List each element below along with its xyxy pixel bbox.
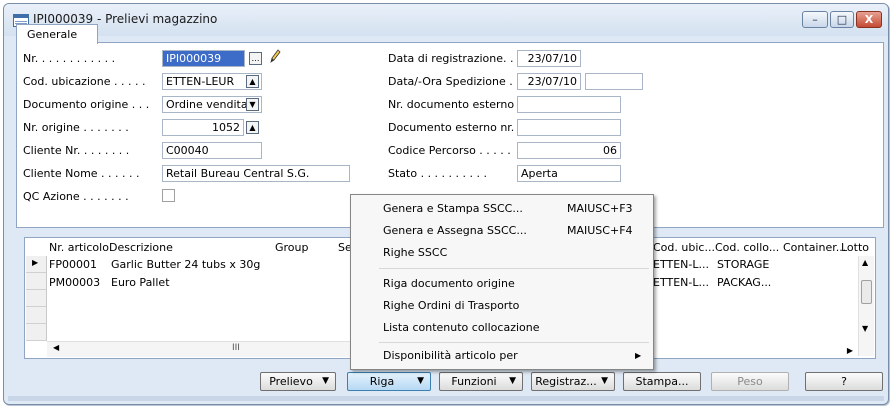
label-data-ora-spedizione: Data/-Ora Spedizione . . (388, 75, 520, 88)
label-cliente-nr: Cliente Nr. . . . . . . . (23, 144, 130, 157)
window: IPI000039 - Prelievi magazzino – □ X Gen… (3, 3, 889, 405)
header-descrizione[interactable]: Descrizione (109, 241, 173, 254)
label-documento-esterno-2: Documento esterno nr. 2 (388, 121, 525, 134)
data-spedizione-field[interactable]: 23/07/10 (517, 73, 581, 90)
title-bar[interactable]: IPI000039 - Prelievi magazzino – □ X (4, 4, 888, 36)
lookup-button[interactable]: … (249, 52, 262, 65)
menu-item-lista-contenuto-collocazione[interactable]: Lista contenuto collocazione (351, 317, 653, 339)
riga-dropdown-menu: Genera e Stampa SSCC... MAIUSC+F3 Genera … (350, 194, 654, 370)
menu-item-genera-assegna-sscc[interactable]: Genera e Assegna SSCC... MAIUSC+F4 (351, 220, 653, 242)
header-group[interactable]: Group (275, 241, 309, 254)
menu-item-disponibilita-articolo[interactable]: Disponibilità articolo per ▶ (351, 345, 653, 367)
data-registrazione-field[interactable]: 23/07/10 (517, 50, 581, 67)
label-codice-percorso: Codice Percorso . . . . . (388, 144, 511, 157)
menu-item-riga-documento-origine[interactable]: Riga documento origine (351, 273, 653, 295)
dropdown-icon[interactable]: ▼ (246, 98, 259, 111)
label-nr-origine: Nr. origine . . . . . . . (23, 121, 129, 134)
close-button[interactable]: X (856, 11, 882, 28)
maximize-button[interactable]: □ (830, 11, 854, 28)
row-selector[interactable]: ▶ (26, 256, 47, 273)
row-selector[interactable] (26, 307, 47, 324)
up-arrow-icon[interactable]: ▲ (246, 121, 259, 134)
scroll-left-icon[interactable]: ◀ (53, 343, 59, 352)
tab-generale[interactable]: Generale (16, 24, 98, 44)
cell-nr-articolo[interactable]: PM00003 (49, 276, 100, 289)
vertical-scrollbar[interactable]: ▲ ▼ (858, 256, 874, 356)
funzioni-button[interactable]: Funzioni ▼ (439, 372, 523, 391)
label-nr: Nr. . . . . . . . . . . . (23, 52, 116, 65)
menu-item-righe-sscc[interactable]: Righe SSCC (351, 242, 653, 264)
scroll-thumb[interactable] (861, 280, 872, 304)
pencil-icon[interactable] (269, 48, 281, 64)
label-stato: Stato . . . . . . . . . . (388, 167, 488, 180)
header-container[interactable]: Container... (783, 241, 846, 254)
stato-field[interactable]: Aperta (517, 165, 621, 182)
cell-cod-collo[interactable]: STORAGE (717, 258, 769, 271)
cliente-nome-field[interactable]: Retail Bureau Central S.G. (162, 165, 350, 182)
menu-item-genera-stampa-sscc[interactable]: Genera e Stampa SSCC... MAIUSC+F3 (351, 198, 653, 220)
nr-field[interactable]: IPI000039 (162, 50, 245, 67)
header-lotto[interactable]: Lotto (841, 241, 869, 254)
nr-origine-field[interactable]: 1052 (162, 119, 244, 136)
help-button[interactable]: ? (805, 372, 883, 391)
label-qc-azione: QC Azione . . . . . . . (23, 190, 129, 203)
header-cod-collo[interactable]: Cod. collo... (715, 241, 779, 254)
cliente-nr-field[interactable]: C00040 (162, 142, 262, 159)
qc-azione-checkbox[interactable] (162, 189, 175, 202)
ora-spedizione-field[interactable] (585, 73, 643, 90)
header-cod-ubic[interactable]: Cod. ubic... (653, 241, 715, 254)
cell-nr-articolo[interactable]: FP00001 (49, 258, 97, 271)
label-cliente-nome: Cliente Nome . . . . . . (23, 167, 140, 180)
registraz-button[interactable]: Registraz... ▼ (531, 372, 615, 391)
scroll-thumb-grip[interactable]: III (232, 343, 240, 353)
row-selector[interactable] (26, 290, 47, 307)
status-bar (8, 396, 884, 401)
header-nr-articolo[interactable]: Nr. articolo (49, 241, 109, 254)
cell-cod-ubic[interactable]: ETTEN-L... (653, 258, 709, 271)
scroll-down-icon[interactable]: ▼ (862, 324, 868, 333)
scroll-right-icon[interactable]: ▶ (847, 346, 853, 355)
stampa-button[interactable]: Stampa... (623, 372, 701, 391)
cell-cod-collo[interactable]: PACKAG... (717, 276, 771, 289)
label-cod-ubicazione: Cod. ubicazione . . . . . (23, 75, 146, 88)
minimize-button[interactable]: – (802, 11, 828, 28)
scroll-up-icon[interactable]: ▲ (862, 258, 868, 267)
cell-cod-ubic[interactable]: ETTEN-L... (653, 276, 709, 289)
label-nr-documento-esterno: Nr. documento esterno . (388, 98, 522, 111)
row-selector[interactable] (26, 273, 47, 290)
up-arrow-icon[interactable]: ▲ (246, 75, 259, 88)
peso-button[interactable]: Peso (711, 372, 789, 391)
submenu-arrow-icon: ▶ (635, 351, 642, 360)
codice-percorso-field[interactable]: 06 (517, 142, 621, 159)
cell-descrizione[interactable]: Euro Pallet (111, 276, 170, 289)
nr-documento-esterno-field[interactable] (517, 96, 621, 113)
cell-descrizione[interactable]: Garlic Butter 24 tubs x 30g (111, 258, 260, 271)
row-selector[interactable] (26, 324, 47, 341)
menu-separator (379, 342, 649, 343)
menu-item-righe-ordini-trasporto[interactable]: Righe Ordini di Trasporto (351, 295, 653, 317)
riga-button[interactable]: Riga ▼ (347, 372, 431, 391)
menu-separator (379, 268, 649, 269)
label-documento-origine: Documento origine . . . (23, 98, 150, 111)
label-data-registrazione: Data di registrazione. . . (388, 52, 521, 65)
documento-esterno-2-field[interactable] (517, 119, 621, 136)
prelievo-button[interactable]: Prelievo ▼ (260, 372, 336, 391)
